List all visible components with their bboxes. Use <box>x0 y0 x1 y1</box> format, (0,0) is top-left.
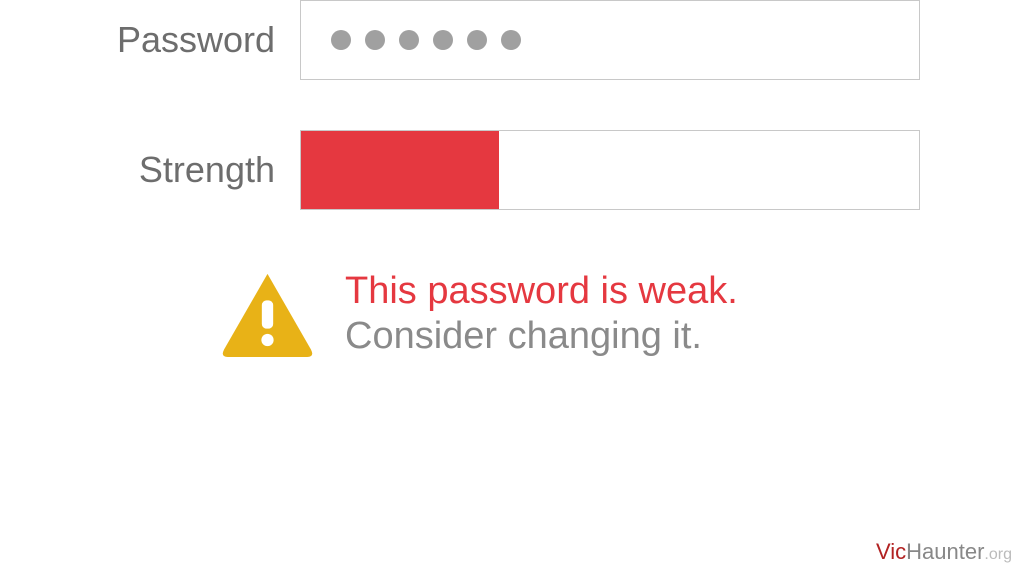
password-dot <box>501 30 521 50</box>
password-dot <box>433 30 453 50</box>
strength-meter <box>300 130 920 210</box>
strength-label: Strength <box>0 149 300 191</box>
password-input[interactable] <box>300 0 920 80</box>
password-row: Password <box>0 0 1024 80</box>
watermark-tld: .org <box>984 546 1012 563</box>
watermark-name: Haunter <box>906 539 984 564</box>
warning-text: This password is weak. Consider changing… <box>345 270 738 358</box>
password-label: Password <box>0 19 300 61</box>
watermark-brand: Vic <box>876 539 906 564</box>
strength-row: Strength <box>0 130 1024 210</box>
password-dot <box>365 30 385 50</box>
password-dot <box>399 30 419 50</box>
warning-secondary-text: Consider changing it. <box>345 315 738 358</box>
strength-fill <box>301 131 499 209</box>
password-dot <box>331 30 351 50</box>
password-dot <box>467 30 487 50</box>
warning-triangle-icon <box>220 272 315 357</box>
warning-primary-text: This password is weak. <box>345 270 738 313</box>
warning-section: This password is weak. Consider changing… <box>220 270 1024 358</box>
watermark: VicHaunter.org <box>876 539 1012 565</box>
